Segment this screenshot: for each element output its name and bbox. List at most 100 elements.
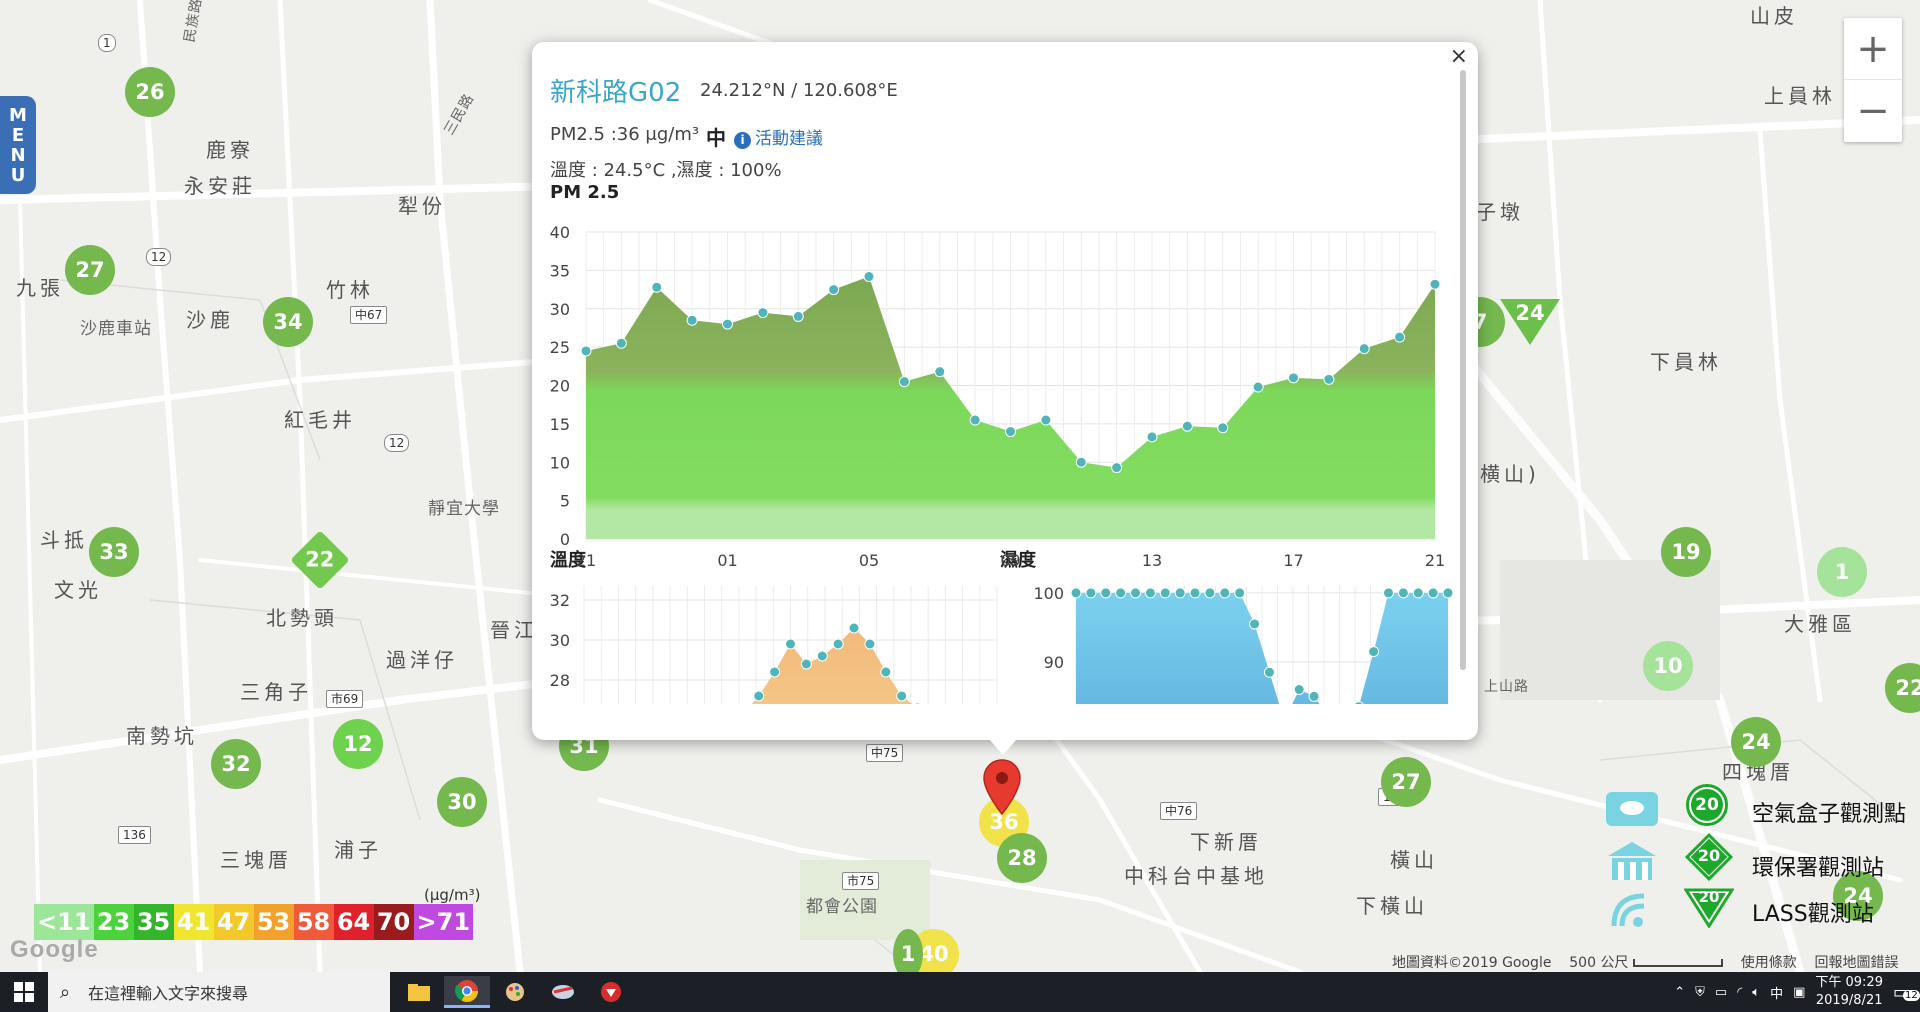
data-point[interactable] bbox=[1358, 343, 1370, 355]
data-point[interactable] bbox=[1146, 431, 1158, 443]
data-point[interactable] bbox=[1429, 278, 1441, 290]
notification-icon[interactable]: ▭ 12 bbox=[1893, 982, 1920, 1003]
station-marker[interactable]: 27 bbox=[1381, 757, 1431, 807]
chevron-up-icon[interactable]: ⌃ bbox=[1674, 985, 1685, 1000]
data-point[interactable] bbox=[1130, 587, 1142, 599]
station-marker[interactable]: 26 bbox=[125, 67, 175, 117]
data-point[interactable] bbox=[1075, 456, 1087, 468]
station-marker[interactable]: 28 bbox=[997, 833, 1047, 883]
data-point[interactable] bbox=[1217, 422, 1229, 434]
aqi-level: 64 bbox=[333, 904, 374, 940]
data-point[interactable] bbox=[1070, 587, 1082, 599]
data-point[interactable] bbox=[828, 284, 840, 296]
terms-link[interactable]: 使用條款 bbox=[1741, 955, 1797, 971]
data-point[interactable] bbox=[792, 310, 804, 322]
station-marker[interactable]: 1 bbox=[893, 929, 923, 972]
data-point[interactable] bbox=[1085, 587, 1097, 599]
data-point[interactable] bbox=[1252, 381, 1264, 393]
data-point[interactable] bbox=[785, 638, 796, 650]
taskbar-search[interactable]: ⌕ 在這裡輸入文字來搜尋 bbox=[48, 972, 390, 1012]
data-point[interactable] bbox=[1159, 587, 1171, 599]
file-explorer-icon[interactable] bbox=[396, 976, 442, 1008]
x-tick-label: 21 bbox=[576, 551, 596, 570]
data-point[interactable] bbox=[864, 638, 876, 650]
station-marker[interactable]: 30 bbox=[437, 777, 487, 827]
data-point[interactable] bbox=[1293, 684, 1305, 696]
data-point[interactable] bbox=[1181, 420, 1193, 432]
data-point[interactable] bbox=[1234, 587, 1246, 599]
data-point[interactable] bbox=[1115, 587, 1127, 599]
data-point[interactable] bbox=[1427, 587, 1439, 599]
keyboard-icon[interactable]: ▣ bbox=[1793, 985, 1805, 1000]
data-point[interactable] bbox=[1204, 587, 1216, 599]
wifi-icon[interactable]: ◜ bbox=[1737, 985, 1742, 1000]
station-marker[interactable]: 33 bbox=[89, 527, 139, 577]
data-point[interactable] bbox=[880, 666, 892, 678]
data-point[interactable] bbox=[816, 650, 828, 662]
data-point[interactable] bbox=[1040, 414, 1052, 426]
data-point[interactable] bbox=[1189, 587, 1201, 599]
station-marker[interactable]: 24 bbox=[1731, 717, 1781, 767]
report-error-link[interactable]: 回報地圖錯誤 bbox=[1815, 955, 1899, 971]
lass-station-marker[interactable]: 24 bbox=[1500, 299, 1560, 345]
data-point[interactable] bbox=[753, 690, 765, 702]
data-point[interactable] bbox=[1174, 587, 1186, 599]
data-point[interactable] bbox=[757, 307, 769, 319]
data-point[interactable] bbox=[969, 414, 981, 426]
data-point[interactable] bbox=[1442, 587, 1454, 599]
data-point[interactable] bbox=[1288, 372, 1299, 384]
clock[interactable]: 下午 09:29 2019/8/21 bbox=[1815, 974, 1883, 1010]
station-marker[interactable]: 10 bbox=[1643, 641, 1693, 691]
chrome-icon[interactable] bbox=[444, 976, 490, 1008]
station-marker[interactable]: 27 bbox=[65, 245, 115, 295]
data-point[interactable] bbox=[1263, 666, 1275, 678]
data-point[interactable] bbox=[848, 622, 860, 634]
data-point[interactable] bbox=[686, 314, 698, 326]
battery-icon[interactable]: ▭ bbox=[1715, 985, 1727, 1000]
data-point[interactable] bbox=[1249, 618, 1261, 630]
data-point[interactable] bbox=[1397, 587, 1409, 599]
close-icon[interactable]: × bbox=[1450, 44, 1468, 69]
data-point[interactable] bbox=[934, 366, 946, 378]
data-point[interactable] bbox=[896, 690, 908, 702]
data-point[interactable] bbox=[863, 271, 875, 283]
snipping-tool-icon[interactable] bbox=[540, 976, 586, 1008]
ime-indicator[interactable]: 中 bbox=[1770, 983, 1783, 1002]
data-point[interactable] bbox=[1005, 426, 1016, 438]
game-app-icon[interactable] bbox=[588, 976, 634, 1008]
station-marker[interactable]: 1 bbox=[1817, 547, 1867, 597]
data-point[interactable] bbox=[722, 318, 733, 330]
data-point[interactable] bbox=[1308, 690, 1320, 702]
paint-app-icon[interactable] bbox=[492, 976, 538, 1008]
activity-advice-link[interactable]: i 活動建議 bbox=[734, 124, 823, 149]
data-point[interactable] bbox=[1368, 646, 1380, 658]
data-point[interactable] bbox=[1323, 373, 1335, 385]
data-point[interactable] bbox=[615, 337, 627, 349]
menu-button[interactable]: MENU bbox=[0, 96, 36, 194]
location-pin-icon[interactable] bbox=[982, 758, 1022, 816]
shield-icon[interactable]: ⛨ bbox=[1695, 985, 1705, 1000]
data-point[interactable] bbox=[800, 658, 812, 670]
data-point[interactable] bbox=[832, 638, 844, 650]
zoom-in-button[interactable]: + bbox=[1844, 18, 1902, 80]
station-marker[interactable]: 19 bbox=[1661, 527, 1711, 577]
data-point[interactable] bbox=[1219, 587, 1231, 599]
data-point[interactable] bbox=[913, 702, 923, 704]
volume-icon[interactable]: 🔈︎ bbox=[1752, 985, 1760, 1000]
data-point[interactable] bbox=[1100, 587, 1112, 599]
data-point[interactable] bbox=[898, 376, 910, 388]
station-marker[interactable]: 32 bbox=[211, 739, 261, 789]
data-point[interactable] bbox=[651, 281, 663, 293]
zoom-out-button[interactable]: − bbox=[1844, 80, 1902, 142]
data-point[interactable] bbox=[1394, 331, 1406, 343]
data-point[interactable] bbox=[1412, 587, 1424, 599]
data-point[interactable] bbox=[1111, 462, 1123, 474]
data-point[interactable] bbox=[1144, 587, 1156, 599]
data-point[interactable] bbox=[580, 345, 592, 357]
scale-label[interactable]: 500 公尺 bbox=[1569, 955, 1628, 971]
data-point[interactable] bbox=[769, 666, 781, 678]
windows-start-icon[interactable] bbox=[14, 982, 34, 1002]
station-marker[interactable]: 34 bbox=[263, 297, 313, 347]
station-marker[interactable]: 12 bbox=[333, 719, 383, 769]
data-point[interactable] bbox=[1382, 587, 1394, 599]
